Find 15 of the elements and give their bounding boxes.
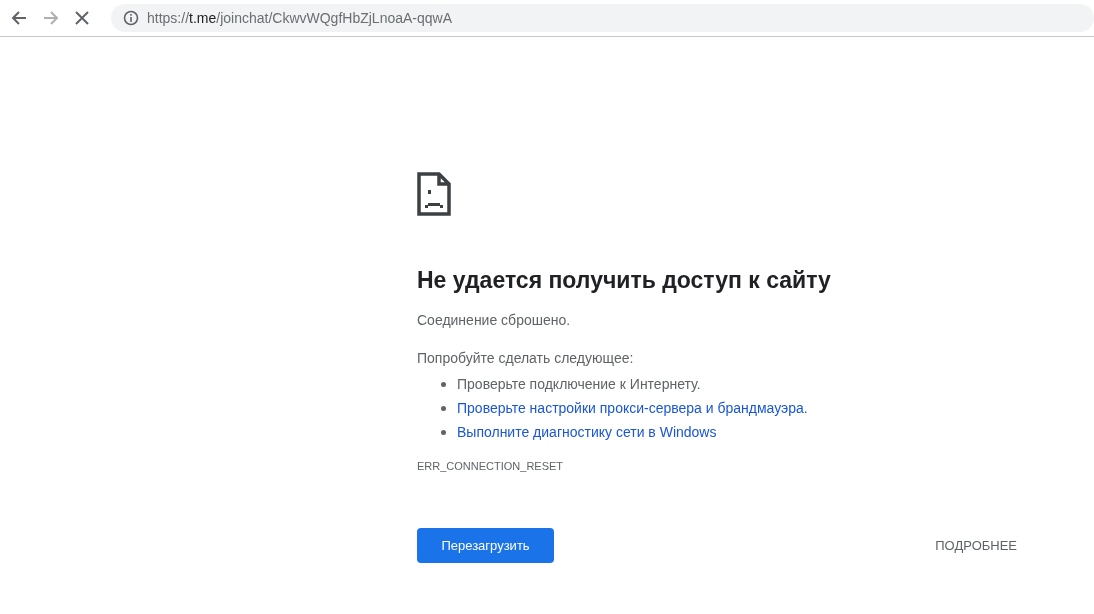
- suggestion-link[interactable]: Проверьте настройки прокси-сервера и брандмауэра.: [457, 400, 808, 416]
- error-title: Не удается получить доступ к сайту: [417, 266, 832, 295]
- error-code: ERR_CONNECTION_RESET: [417, 460, 565, 472]
- back-icon[interactable]: [11, 10, 27, 26]
- sad-page-icon: [417, 172, 451, 216]
- suggestion-text: Проверьте подключение к Интернету.: [457, 376, 701, 392]
- suggestions-heading: Попробуйте сделать следующее:: [417, 349, 635, 368]
- info-icon[interactable]: [123, 10, 139, 26]
- address-field[interactable]: https://t.me/joinchat/CkwvWQgfHbZjLnoaA-qqwA: [111, 4, 1094, 32]
- suggestion-link[interactable]: Выполните диагностику сети в Windows: [457, 424, 717, 440]
- details-button[interactable]: ПОДРОБНЕЕ: [935, 530, 1017, 561]
- close-icon[interactable]: [75, 11, 89, 25]
- reload-button[interactable]: Перезагрузить: [417, 528, 554, 563]
- error-message: Соединение сброшено.: [417, 311, 572, 330]
- url-text[interactable]: https://t.me/joinchat/CkwvWQgfHbZjLnoaA-qqwA: [147, 10, 453, 26]
